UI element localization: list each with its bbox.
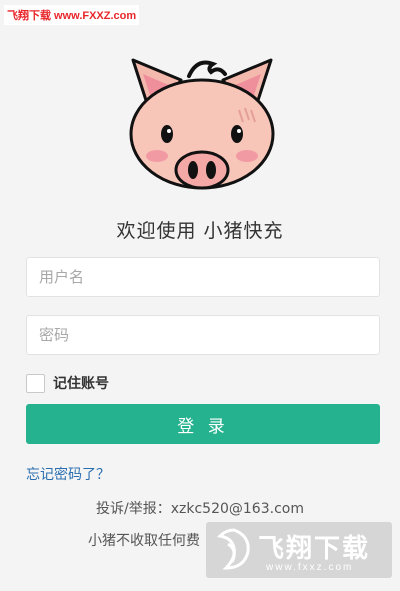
watermark-logo-icon (216, 528, 250, 570)
watermark-url: www.fxxz.com (266, 562, 354, 573)
remember-checkbox[interactable] (26, 373, 45, 393)
username-input[interactable] (26, 257, 380, 297)
remember-account-row[interactable]: 记住账号 (26, 372, 109, 394)
login-button[interactable]: 登 录 (26, 404, 380, 444)
password-input[interactable] (26, 315, 380, 355)
welcome-title: 欢迎使用 小猪快充 (116, 220, 284, 242)
watermark-title: 飞翔下载 (258, 533, 371, 563)
top-watermark: 飞翔下载 www.FXXZ.com (4, 5, 140, 25)
forgot-password-link[interactable]: 忘记密码了？ (26, 464, 110, 484)
pig-logo-icon (129, 58, 275, 190)
fee-notice: 小猪不收取任何费 (88, 533, 200, 549)
complaint-contact: 投诉/举报：xzkc520@163.com (96, 501, 304, 517)
bottom-watermark: 飞翔下载 www.fxxz.com (206, 522, 392, 578)
remember-label: 记住账号 (53, 376, 109, 392)
